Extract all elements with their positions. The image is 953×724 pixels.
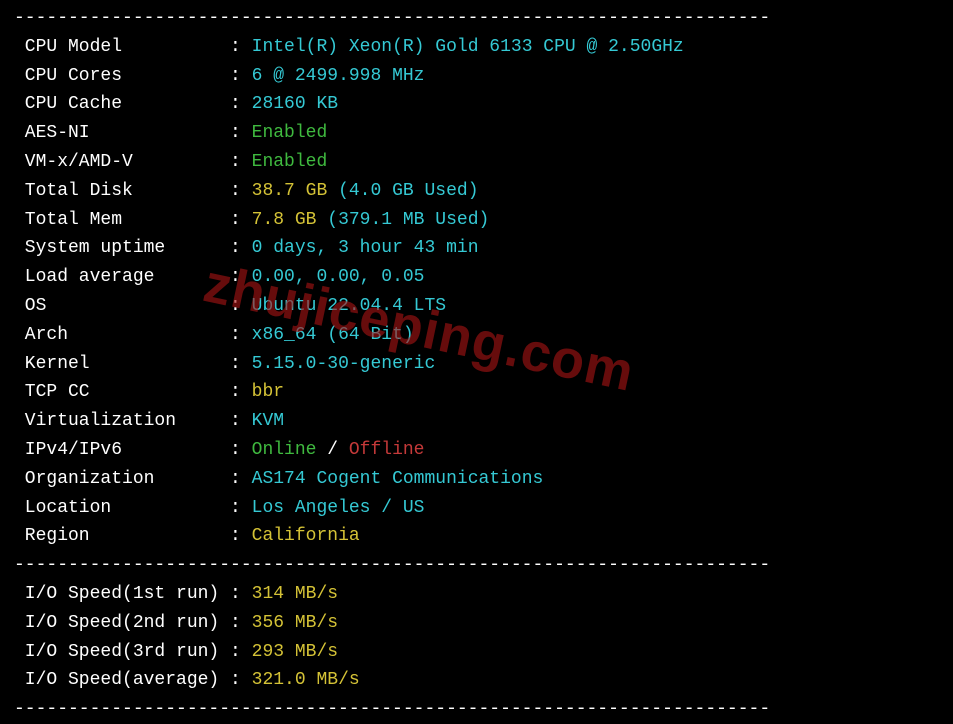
info-row-system-uptime: System uptime : 0 days, 3 hour 43 min bbox=[14, 234, 939, 263]
row-value: (379.1 MB Used) bbox=[316, 210, 489, 230]
row-value: 5.15.0-30-generic bbox=[252, 354, 436, 374]
row-colon: : bbox=[230, 66, 252, 86]
row-colon: : bbox=[230, 123, 252, 143]
row-label: OS bbox=[14, 296, 230, 316]
row-colon: : bbox=[230, 354, 252, 374]
row-value: Offline bbox=[349, 440, 425, 460]
info-row-cpu-cores: CPU Cores : 6 @ 2499.998 MHz bbox=[14, 62, 939, 91]
divider-bottom: ----------------------------------------… bbox=[14, 695, 939, 724]
row-label: I/O Speed(1st run) bbox=[14, 584, 230, 604]
row-label: VM-x/AMD-V bbox=[14, 152, 230, 172]
info-row-region: Region : California bbox=[14, 522, 939, 551]
row-label: Organization bbox=[14, 469, 230, 489]
row-colon: : bbox=[230, 642, 252, 662]
row-value: Enabled bbox=[252, 152, 328, 172]
info-row-arch: Arch : x86_64 (64 Bit) bbox=[14, 321, 939, 350]
info-row-total-disk: Total Disk : 38.7 GB (4.0 GB Used) bbox=[14, 177, 939, 206]
row-label: AES-NI bbox=[14, 123, 230, 143]
row-label: System uptime bbox=[14, 238, 230, 258]
row-value: bbr bbox=[252, 382, 284, 402]
row-value: x86_64 (64 Bit) bbox=[252, 325, 414, 345]
io-row-i-o-speed-3rd-run-: I/O Speed(3rd run) : 293 MB/s bbox=[14, 638, 939, 667]
info-row-cpu-model: CPU Model : Intel(R) Xeon(R) Gold 6133 C… bbox=[14, 33, 939, 62]
row-colon: : bbox=[230, 238, 252, 258]
system-info-section: CPU Model : Intel(R) Xeon(R) Gold 6133 C… bbox=[14, 33, 939, 551]
row-colon: : bbox=[230, 526, 252, 546]
row-label: CPU Model bbox=[14, 37, 230, 57]
row-label: I/O Speed(2nd run) bbox=[14, 613, 230, 633]
row-value: 38.7 GB bbox=[252, 181, 328, 201]
row-value: 314 MB/s bbox=[252, 584, 338, 604]
row-value: / bbox=[316, 440, 348, 460]
row-label: Region bbox=[14, 526, 230, 546]
row-colon: : bbox=[230, 584, 252, 604]
row-label: Total Mem bbox=[14, 210, 230, 230]
row-colon: : bbox=[230, 469, 252, 489]
info-row-os: OS : Ubuntu 22.04.4 LTS bbox=[14, 292, 939, 321]
row-value: 0.00, 0.00, 0.05 bbox=[252, 267, 425, 287]
row-label: Arch bbox=[14, 325, 230, 345]
row-label: IPv4/IPv6 bbox=[14, 440, 230, 460]
row-value: 7.8 GB bbox=[252, 210, 317, 230]
info-row-virtualization: Virtualization : KVM bbox=[14, 407, 939, 436]
row-label: Location bbox=[14, 498, 230, 518]
row-label: I/O Speed(3rd run) bbox=[14, 642, 230, 662]
row-colon: : bbox=[230, 498, 252, 518]
row-colon: : bbox=[230, 613, 252, 633]
row-label: Virtualization bbox=[14, 411, 230, 431]
row-value: KVM bbox=[252, 411, 284, 431]
row-value: AS174 Cogent Communications bbox=[252, 469, 544, 489]
row-value: Los Angeles / US bbox=[252, 498, 425, 518]
row-label: I/O Speed(average) bbox=[14, 670, 230, 690]
divider-middle: ----------------------------------------… bbox=[14, 551, 939, 580]
info-row-organization: Organization : AS174 Cogent Communicatio… bbox=[14, 465, 939, 494]
row-colon: : bbox=[230, 94, 252, 114]
row-colon: : bbox=[230, 411, 252, 431]
row-colon: : bbox=[230, 37, 252, 57]
row-colon: : bbox=[230, 325, 252, 345]
row-colon: : bbox=[230, 181, 252, 201]
row-colon: : bbox=[230, 267, 252, 287]
divider-top: ----------------------------------------… bbox=[14, 4, 939, 33]
row-value: (4.0 GB Used) bbox=[327, 181, 478, 201]
row-value: Online bbox=[252, 440, 317, 460]
row-value: California bbox=[252, 526, 360, 546]
row-value: Intel(R) Xeon(R) Gold 6133 CPU @ 2.50GHz bbox=[252, 37, 684, 57]
info-row-load-average: Load average : 0.00, 0.00, 0.05 bbox=[14, 263, 939, 292]
row-colon: : bbox=[230, 440, 252, 460]
row-colon: : bbox=[230, 152, 252, 172]
row-label: Total Disk bbox=[14, 181, 230, 201]
info-row-aes-ni: AES-NI : Enabled bbox=[14, 119, 939, 148]
row-value: 356 MB/s bbox=[252, 613, 338, 633]
info-row-kernel: Kernel : 5.15.0-30-generic bbox=[14, 350, 939, 379]
io-row-i-o-speed-1st-run-: I/O Speed(1st run) : 314 MB/s bbox=[14, 580, 939, 609]
io-row-i-o-speed-2nd-run-: I/O Speed(2nd run) : 356 MB/s bbox=[14, 609, 939, 638]
info-row-tcp-cc: TCP CC : bbr bbox=[14, 378, 939, 407]
info-row-ipv4-ipv6: IPv4/IPv6 : Online / Offline bbox=[14, 436, 939, 465]
row-value: 0 days, 3 hour 43 min bbox=[252, 238, 479, 258]
row-value: Ubuntu 22.04.4 LTS bbox=[252, 296, 446, 316]
row-value: 293 MB/s bbox=[252, 642, 338, 662]
row-label: TCP CC bbox=[14, 382, 230, 402]
row-label: CPU Cache bbox=[14, 94, 230, 114]
info-row-location: Location : Los Angeles / US bbox=[14, 494, 939, 523]
info-row-total-mem: Total Mem : 7.8 GB (379.1 MB Used) bbox=[14, 206, 939, 235]
row-colon: : bbox=[230, 382, 252, 402]
info-row-cpu-cache: CPU Cache : 28160 KB bbox=[14, 90, 939, 119]
row-colon: : bbox=[230, 210, 252, 230]
row-value: 321.0 MB/s bbox=[252, 670, 360, 690]
info-row-vm-x-amd-v: VM-x/AMD-V : Enabled bbox=[14, 148, 939, 177]
row-value: 6 @ 2499.998 MHz bbox=[252, 66, 425, 86]
io-row-i-o-speed-average-: I/O Speed(average) : 321.0 MB/s bbox=[14, 666, 939, 695]
row-colon: : bbox=[230, 670, 252, 690]
row-label: Kernel bbox=[14, 354, 230, 374]
row-colon: : bbox=[230, 296, 252, 316]
io-speed-section: I/O Speed(1st run) : 314 MB/s I/O Speed(… bbox=[14, 580, 939, 695]
row-value: 28160 KB bbox=[252, 94, 338, 114]
row-value: Enabled bbox=[252, 123, 328, 143]
row-label: CPU Cores bbox=[14, 66, 230, 86]
row-label: Load average bbox=[14, 267, 230, 287]
